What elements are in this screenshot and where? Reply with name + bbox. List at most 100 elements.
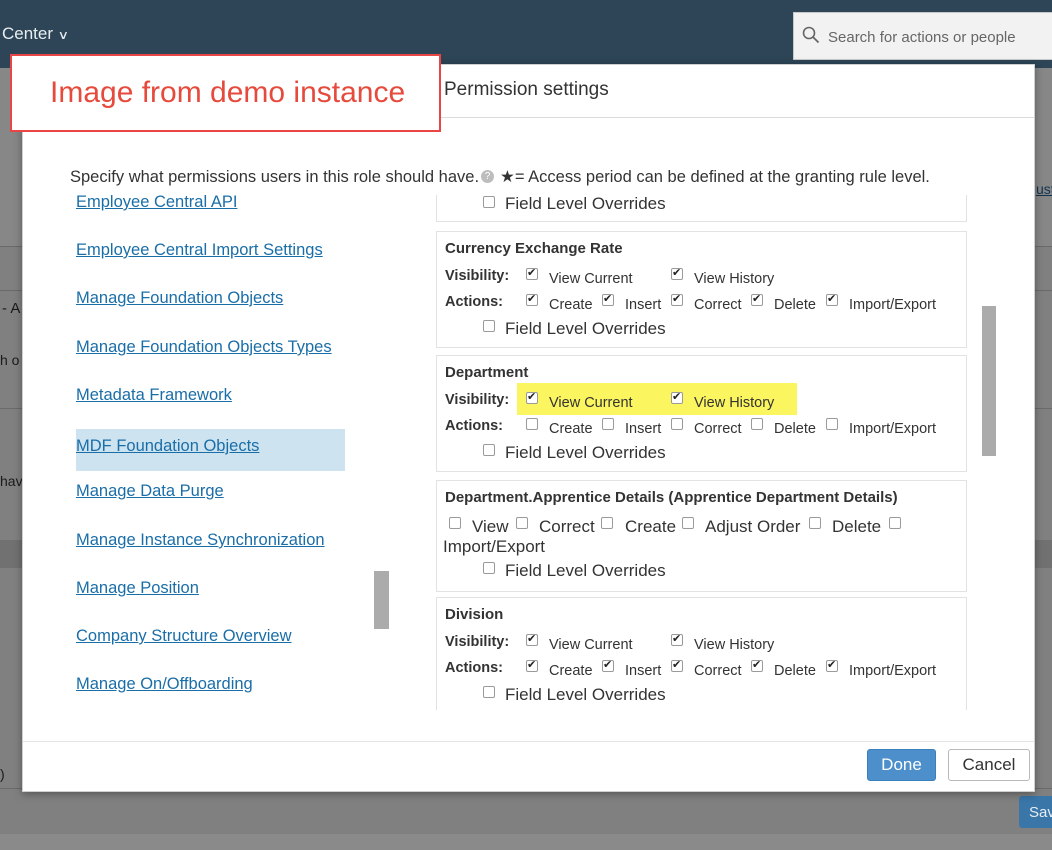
correct-checkbox[interactable] bbox=[516, 517, 528, 529]
import-export-checkbox[interactable] bbox=[826, 418, 838, 430]
correct-checkbox[interactable] bbox=[671, 292, 683, 306]
create-checkbox[interactable] bbox=[601, 517, 613, 529]
category-link[interactable]: MDF Foundation Objects bbox=[76, 437, 259, 456]
category-manage-data-purge[interactable]: Manage Data Purge bbox=[76, 482, 345, 524]
bg-text-hav: hav bbox=[0, 473, 23, 489]
app-title-menu[interactable]: Center ∨ bbox=[2, 24, 69, 44]
delete-label: Delete bbox=[774, 421, 816, 437]
permissions-scrollbar[interactable] bbox=[982, 306, 996, 456]
permission-section-division: Division Visibility: View Current View H… bbox=[436, 597, 967, 710]
category-company-structure-overview[interactable]: Company Structure Overview bbox=[76, 627, 345, 669]
section-title: Division bbox=[445, 606, 504, 623]
view-current-checkbox[interactable] bbox=[526, 266, 538, 280]
actions-label: Actions: bbox=[445, 294, 503, 310]
category-link[interactable]: Employee Central API bbox=[76, 193, 237, 212]
field-level-overrides-checkbox[interactable] bbox=[483, 320, 495, 332]
permissions-panel: Field Level Overrides Currency Exchange … bbox=[436, 195, 971, 710]
category-link[interactable]: Manage On/Offboarding bbox=[76, 675, 253, 694]
category-mdf-foundation-objects[interactable]: MDF Foundation Objects bbox=[76, 429, 345, 471]
bg-text-paren: ) bbox=[0, 766, 5, 782]
permission-settings-dialog: Permission settings Specify what permiss… bbox=[22, 64, 1035, 792]
correct-checkbox[interactable] bbox=[671, 658, 683, 672]
background-save-button[interactable]: Sav bbox=[1019, 796, 1052, 828]
category-manage-instance-sync[interactable]: Manage Instance Synchronization bbox=[76, 531, 345, 573]
visibility-label: Visibility: bbox=[445, 634, 510, 650]
permission-section-previous: Field Level Overrides bbox=[436, 195, 967, 222]
search-icon bbox=[802, 26, 820, 44]
view-history-checkbox[interactable] bbox=[671, 266, 683, 280]
view-history-label: View History bbox=[694, 271, 775, 287]
delete-checkbox[interactable] bbox=[751, 658, 763, 672]
view-label: View bbox=[472, 517, 509, 536]
view-history-checkbox[interactable] bbox=[671, 632, 683, 646]
view-history-label: View History bbox=[694, 395, 775, 411]
field-level-overrides-label: Field Level Overrides bbox=[505, 443, 666, 462]
footer-divider bbox=[23, 741, 1034, 742]
insert-checkbox[interactable] bbox=[602, 418, 614, 430]
help-icon[interactable]: ? bbox=[481, 170, 495, 184]
category-employee-central-api[interactable]: Employee Central API bbox=[76, 193, 345, 235]
category-link[interactable]: Employee Central Import Settings bbox=[76, 241, 323, 260]
category-link[interactable]: Company Structure Overview bbox=[76, 627, 292, 646]
correct-label: Correct bbox=[539, 517, 595, 536]
create-label: Create bbox=[549, 297, 593, 313]
done-button[interactable]: Done bbox=[867, 749, 936, 781]
field-level-overrides-label: Field Level Overrides bbox=[505, 319, 666, 338]
category-manage-foundation-objects[interactable]: Manage Foundation Objects bbox=[76, 289, 345, 331]
correct-checkbox[interactable] bbox=[671, 418, 683, 430]
adjust-order-checkbox[interactable] bbox=[682, 517, 694, 529]
create-checkbox[interactable] bbox=[526, 292, 538, 306]
delete-label: Delete bbox=[774, 663, 816, 679]
demo-instance-annotation: Image from demo instance bbox=[10, 54, 441, 132]
permission-section-currency-exchange-rate: Currency Exchange Rate Visibility: View … bbox=[436, 231, 967, 348]
create-checkbox[interactable] bbox=[526, 658, 538, 672]
view-current-label: View Current bbox=[549, 395, 633, 411]
insert-checkbox[interactable] bbox=[602, 658, 614, 672]
import-export-checkbox[interactable] bbox=[826, 658, 838, 672]
category-list-scrollbar[interactable] bbox=[374, 571, 389, 629]
field-level-overrides-label: Field Level Overrides bbox=[505, 195, 666, 213]
delete-label: Delete bbox=[774, 297, 816, 313]
section-title: Currency Exchange Rate bbox=[445, 240, 623, 257]
view-current-checkbox[interactable] bbox=[526, 390, 538, 404]
delete-checkbox[interactable] bbox=[751, 418, 763, 430]
view-current-label: View Current bbox=[549, 637, 633, 653]
category-link[interactable]: Manage Data Purge bbox=[76, 482, 224, 501]
field-level-overrides-checkbox[interactable] bbox=[483, 562, 495, 574]
visibility-label: Visibility: bbox=[445, 268, 510, 284]
category-link[interactable]: Manage Foundation Objects bbox=[76, 289, 283, 308]
view-checkbox[interactable] bbox=[449, 517, 461, 529]
field-level-overrides-checkbox[interactable] bbox=[483, 444, 495, 456]
create-checkbox[interactable] bbox=[526, 418, 538, 430]
delete-checkbox[interactable] bbox=[751, 292, 763, 306]
view-history-checkbox[interactable] bbox=[671, 390, 683, 404]
actions-label: Actions: bbox=[445, 660, 503, 676]
demo-instance-label: Image from demo instance bbox=[50, 76, 406, 109]
import-export-checkbox[interactable] bbox=[826, 292, 838, 306]
instructions-label: Specify what permissions users in this r… bbox=[70, 168, 480, 186]
import-export-label: Import/Export bbox=[849, 663, 937, 679]
category-manage-foundation-object-types[interactable]: Manage Foundation Objects Types bbox=[76, 338, 345, 380]
insert-checkbox[interactable] bbox=[602, 292, 614, 306]
category-metadata-framework[interactable]: Metadata Framework bbox=[76, 386, 345, 428]
category-link[interactable]: Metadata Framework bbox=[76, 386, 232, 405]
category-link[interactable]: Manage Foundation Objects Types bbox=[76, 338, 332, 357]
insert-label: Insert bbox=[625, 663, 662, 679]
view-current-checkbox[interactable] bbox=[526, 632, 538, 646]
delete-checkbox[interactable] bbox=[809, 517, 821, 529]
bg-link-partial[interactable]: ust bbox=[1036, 181, 1052, 197]
global-search[interactable]: Search for actions or people bbox=[793, 12, 1052, 60]
category-link[interactable]: Manage Instance Synchronization bbox=[76, 531, 325, 550]
section-title: Department bbox=[445, 364, 529, 381]
category-link[interactable]: Manage Position bbox=[76, 579, 199, 598]
field-level-overrides-checkbox[interactable] bbox=[483, 196, 495, 208]
category-manage-onoffboarding[interactable]: Manage On/Offboarding bbox=[76, 675, 345, 717]
create-label: Create bbox=[549, 421, 593, 437]
correct-label: Correct bbox=[694, 663, 742, 679]
category-manage-position[interactable]: Manage Position bbox=[76, 579, 345, 621]
cancel-button[interactable]: Cancel bbox=[948, 749, 1030, 781]
app-title-label: Center bbox=[2, 24, 54, 43]
field-level-overrides-checkbox[interactable] bbox=[483, 686, 495, 698]
category-ec-import-settings[interactable]: Employee Central Import Settings bbox=[76, 241, 345, 283]
import-export-checkbox[interactable] bbox=[889, 517, 901, 529]
